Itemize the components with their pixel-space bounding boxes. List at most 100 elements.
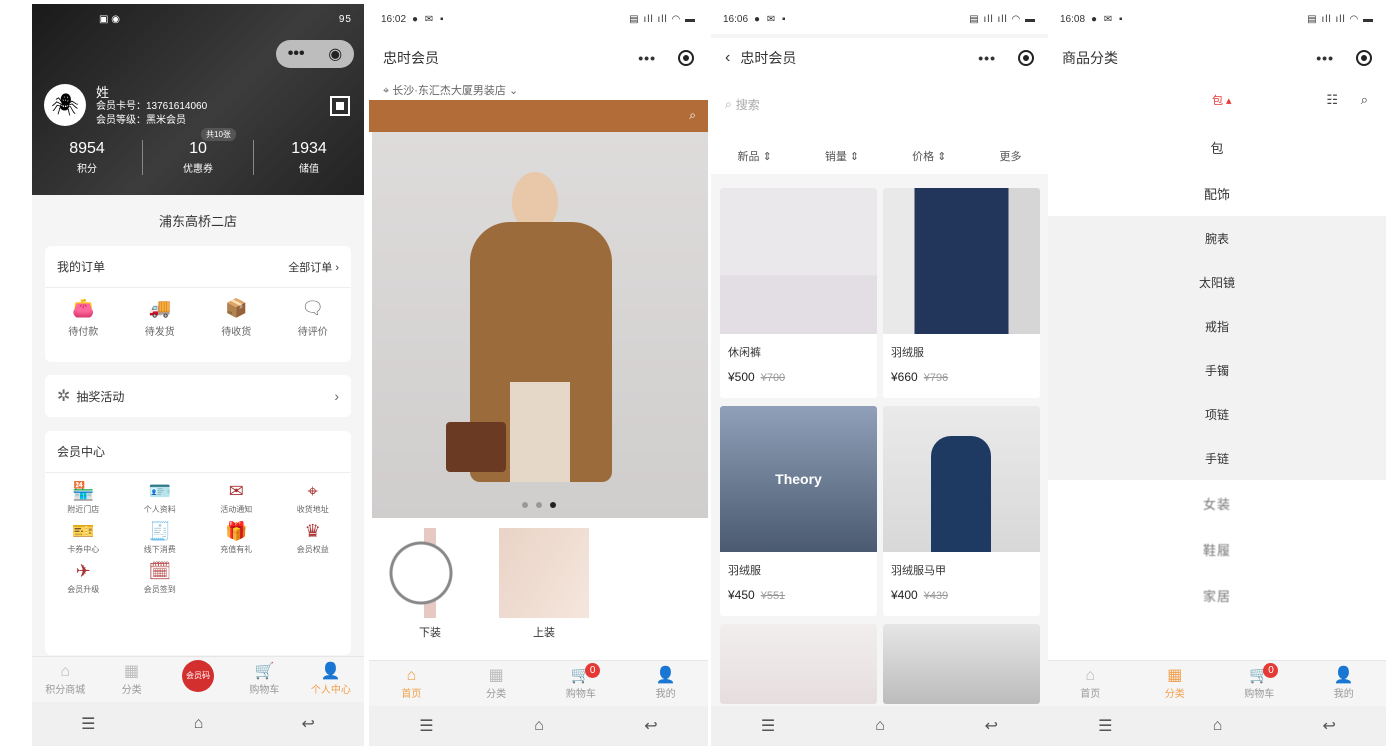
menu-icon[interactable]: ☰ bbox=[761, 716, 775, 736]
category-blurred[interactable]: 女装 bbox=[1048, 480, 1386, 526]
close-target-icon[interactable] bbox=[678, 50, 694, 66]
tab-mine[interactable]: 👤 我的 bbox=[623, 661, 708, 706]
product-card[interactable]: Theory 羽绒服 ¥450 ¥551 bbox=[720, 406, 877, 616]
miniprogram-capsule[interactable]: ••• bbox=[1316, 50, 1372, 66]
more-icon[interactable]: ••• bbox=[288, 45, 305, 63]
grid-profile[interactable]: 🪪 个人资料 bbox=[122, 481, 199, 515]
product-card[interactable]: 羽绒服马甲 ¥400 ¥439 bbox=[883, 406, 1040, 616]
tab-category[interactable]: ▦ 分类 bbox=[454, 661, 539, 706]
back-arrow-icon[interactable]: ‹ bbox=[725, 49, 730, 67]
qr-code-icon[interactable] bbox=[330, 96, 350, 116]
home-nav-icon[interactable]: ⌂ bbox=[194, 715, 204, 733]
subcategory-necklaces[interactable]: 项链 bbox=[1048, 392, 1386, 436]
stat-points[interactable]: 8954 积分 bbox=[32, 140, 142, 175]
grid-benefits[interactable]: ♛ 会员权益 bbox=[275, 521, 352, 555]
tab-cart[interactable]: 0 🛒 购物车 bbox=[539, 661, 624, 706]
sort-sales[interactable]: 销量 ⇕ bbox=[825, 148, 859, 164]
tab-cart[interactable]: 🛒 购物车 bbox=[231, 657, 297, 702]
order-pending-shipment[interactable]: 🚚 待发货 bbox=[122, 298, 199, 338]
category-bags[interactable]: 包 bbox=[1048, 124, 1386, 170]
product-card[interactable]: 休闲裤 ¥500 ¥700 bbox=[720, 188, 877, 398]
carousel-dot-active[interactable] bbox=[550, 502, 556, 508]
grid-offline-spend[interactable]: 🧾 线下消费 bbox=[122, 521, 199, 555]
stat-coupons[interactable]: 共10张 10 优惠券 bbox=[142, 128, 253, 175]
grid-recharge[interactable]: 🎁 充值有礼 bbox=[198, 521, 275, 555]
member-code-button[interactable]: 会员码 bbox=[182, 659, 215, 692]
carousel-dot[interactable] bbox=[522, 502, 528, 508]
tab-points-mall[interactable]: ⌂ 积分商城 bbox=[32, 657, 98, 702]
grid-nearby-stores[interactable]: 🏪 附近门店 bbox=[45, 481, 122, 515]
back-icon[interactable]: ↩ bbox=[644, 716, 657, 736]
stat-balance[interactable]: 1934 储值 bbox=[253, 140, 364, 175]
menu-icon[interactable]: ☰ bbox=[1098, 716, 1112, 736]
sort-new[interactable]: 新品 ⇕ bbox=[738, 148, 772, 164]
more-icon[interactable]: ••• bbox=[978, 50, 996, 66]
more-icon[interactable]: ••• bbox=[638, 50, 656, 66]
home-nav-icon[interactable]: ⌂ bbox=[1213, 717, 1223, 735]
product-card[interactable] bbox=[720, 624, 877, 704]
status-icons: ● ✉ ▪ bbox=[1091, 13, 1125, 25]
carousel-indicator[interactable] bbox=[522, 502, 556, 508]
carousel-dot[interactable] bbox=[536, 502, 542, 508]
tab-category[interactable]: ▦ 分类 bbox=[1133, 661, 1218, 706]
order-pending-payment[interactable]: 👛 待付款 bbox=[45, 298, 122, 338]
tab-category[interactable]: ▦ 分类 bbox=[98, 657, 164, 702]
subcategory-chains[interactable]: 手链 bbox=[1048, 436, 1386, 480]
home-nav-icon[interactable]: ⌂ bbox=[875, 717, 885, 735]
miniprogram-capsule[interactable]: ••• bbox=[978, 50, 1034, 66]
search-input[interactable]: ⌕ 搜索 bbox=[725, 90, 1035, 118]
sort-price[interactable]: 价格 ⇕ bbox=[912, 148, 946, 164]
close-target-icon[interactable] bbox=[1018, 50, 1034, 66]
grid-notifications[interactable]: ✉ 活动通知 bbox=[198, 481, 275, 515]
tab-home[interactable]: ⌂ 首页 bbox=[369, 661, 454, 706]
miniprogram-capsule[interactable]: ••• bbox=[638, 50, 694, 66]
back-icon[interactable]: ↩ bbox=[301, 714, 314, 734]
search-icon[interactable]: ⌕ bbox=[1361, 92, 1368, 108]
order-pending-receipt[interactable]: 📦 待收货 bbox=[198, 298, 275, 338]
tab-home[interactable]: ⌂ 首页 bbox=[1048, 661, 1133, 706]
back-icon[interactable]: ↩ bbox=[985, 716, 998, 736]
list-view-icon[interactable]: ☷ bbox=[1326, 92, 1338, 108]
sort-label: 新品 bbox=[737, 151, 760, 163]
hero-banner[interactable] bbox=[372, 132, 708, 518]
tab-cart[interactable]: 0 🛒 购物车 bbox=[1217, 661, 1302, 706]
category-accessories[interactable]: 配饰 bbox=[1048, 170, 1386, 216]
menu-icon[interactable]: ☰ bbox=[81, 714, 95, 734]
lottery-card[interactable]: ✲ 抽奖活动 › bbox=[45, 375, 351, 417]
current-category-dropdown[interactable]: 包 ▴ bbox=[1212, 92, 1232, 108]
subcategory-sunglasses[interactable]: 太阳镜 bbox=[1048, 260, 1386, 304]
lottery-row[interactable]: ✲ 抽奖活动 › bbox=[45, 375, 351, 417]
sort-more[interactable]: 更多 bbox=[999, 148, 1021, 164]
grid-coupons[interactable]: 🎫 卡券中心 bbox=[45, 521, 122, 555]
grid-upgrade[interactable]: ✈ 会员升级 bbox=[45, 561, 122, 595]
category-blurred[interactable]: 家居 bbox=[1048, 572, 1386, 618]
all-orders-link[interactable]: 全部订单 › bbox=[288, 259, 339, 275]
grid-checkin[interactable]: 🗓 会员签到 bbox=[122, 561, 199, 595]
more-icon[interactable]: ••• bbox=[1316, 50, 1334, 66]
store-location[interactable]: ⌖ 长沙·东汇杰大厦男装店 ⌄ bbox=[383, 82, 518, 98]
subcategory-rings[interactable]: 戒指 bbox=[1048, 304, 1386, 348]
category-blurred[interactable]: 鞋履 bbox=[1048, 526, 1386, 572]
menu-icon[interactable]: ☰ bbox=[419, 716, 433, 736]
bottom-tabbar: ⌂ 首页 ▦ 分类 0 🛒 购物车 👤 我的 bbox=[369, 660, 708, 706]
product-card[interactable] bbox=[883, 624, 1040, 704]
grid-address[interactable]: ⌖ 收货地址 bbox=[275, 481, 352, 515]
back-icon[interactable]: ↩ bbox=[1322, 716, 1335, 736]
search-icon[interactable]: ⌕ bbox=[689, 108, 696, 123]
category-bottoms[interactable]: 下装 bbox=[385, 528, 475, 640]
miniprogram-capsule[interactable]: ••• ◉ bbox=[276, 40, 354, 68]
tab-personal-center[interactable]: 👤 个人中心 bbox=[298, 657, 364, 702]
subcategory-watches[interactable]: 腕表 bbox=[1048, 216, 1386, 260]
product-card[interactable]: 羽绒服 ¥660 ¥796 bbox=[883, 188, 1040, 398]
subcategory-bracelets[interactable]: 手镯 bbox=[1048, 348, 1386, 392]
close-target-icon[interactable] bbox=[1356, 50, 1372, 66]
tab-mine[interactable]: 👤 我的 bbox=[1302, 661, 1387, 706]
search-band[interactable]: ⌕ bbox=[369, 100, 708, 132]
order-pending-review[interactable]: 🗨 待评价 bbox=[275, 298, 352, 338]
home-nav-icon[interactable]: ⌂ bbox=[534, 717, 544, 735]
avatar[interactable]: 🕷 bbox=[44, 84, 86, 126]
store-name[interactable]: 浦东高桥二店 bbox=[32, 211, 364, 230]
close-target-icon[interactable]: ◉ bbox=[328, 44, 342, 64]
category-tops[interactable]: 上装 bbox=[499, 528, 589, 640]
tab-member-code[interactable]: 会员码 bbox=[165, 657, 231, 702]
